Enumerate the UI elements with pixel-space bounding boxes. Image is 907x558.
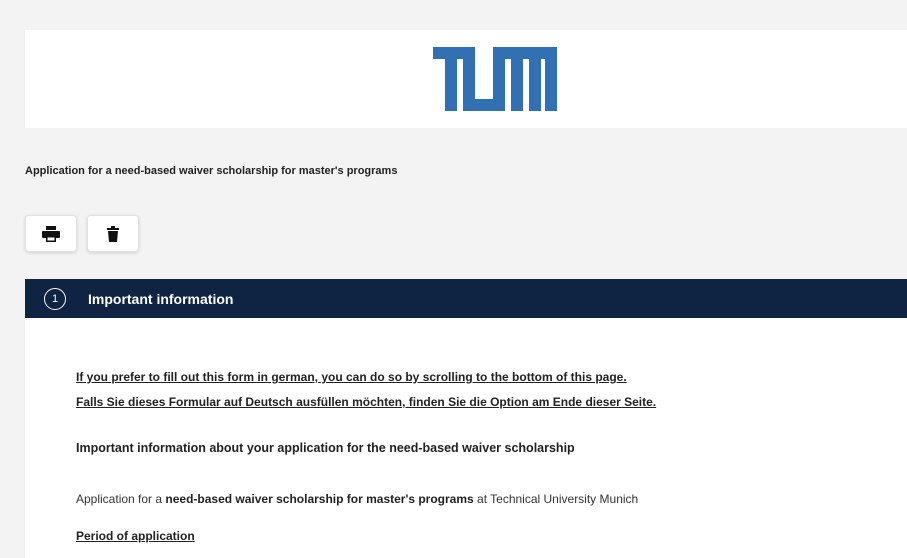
section-header-important-information[interactable]: 1 Important information — [25, 279, 907, 318]
intro-suffix: at Technical University Munich — [473, 492, 639, 506]
german-form-link-en[interactable]: If you prefer to fill out this form in g… — [76, 370, 627, 384]
delete-button[interactable] — [87, 215, 139, 252]
intro-bold: need-based waiver scholarship for master… — [165, 492, 474, 506]
printer-icon — [42, 225, 60, 242]
section-content: If you prefer to fill out this form in g… — [25, 318, 907, 558]
form-title: Application for a need-based waiver scho… — [25, 165, 398, 177]
german-form-link-de[interactable]: Falls Sie dieses Formular auf Deutsch au… — [76, 395, 656, 409]
tum-logo — [433, 47, 557, 111]
step-number-badge: 1 — [44, 287, 66, 310]
print-button[interactable] — [25, 215, 77, 252]
intro-text: Application for a need-based waiver scho… — [76, 492, 638, 506]
info-heading: Important information about your applica… — [76, 441, 575, 455]
trash-icon — [107, 225, 119, 242]
section-title: Important information — [88, 290, 234, 307]
intro-prefix: Application for a — [76, 492, 166, 506]
period-of-application-heading: Period of application — [76, 529, 195, 543]
